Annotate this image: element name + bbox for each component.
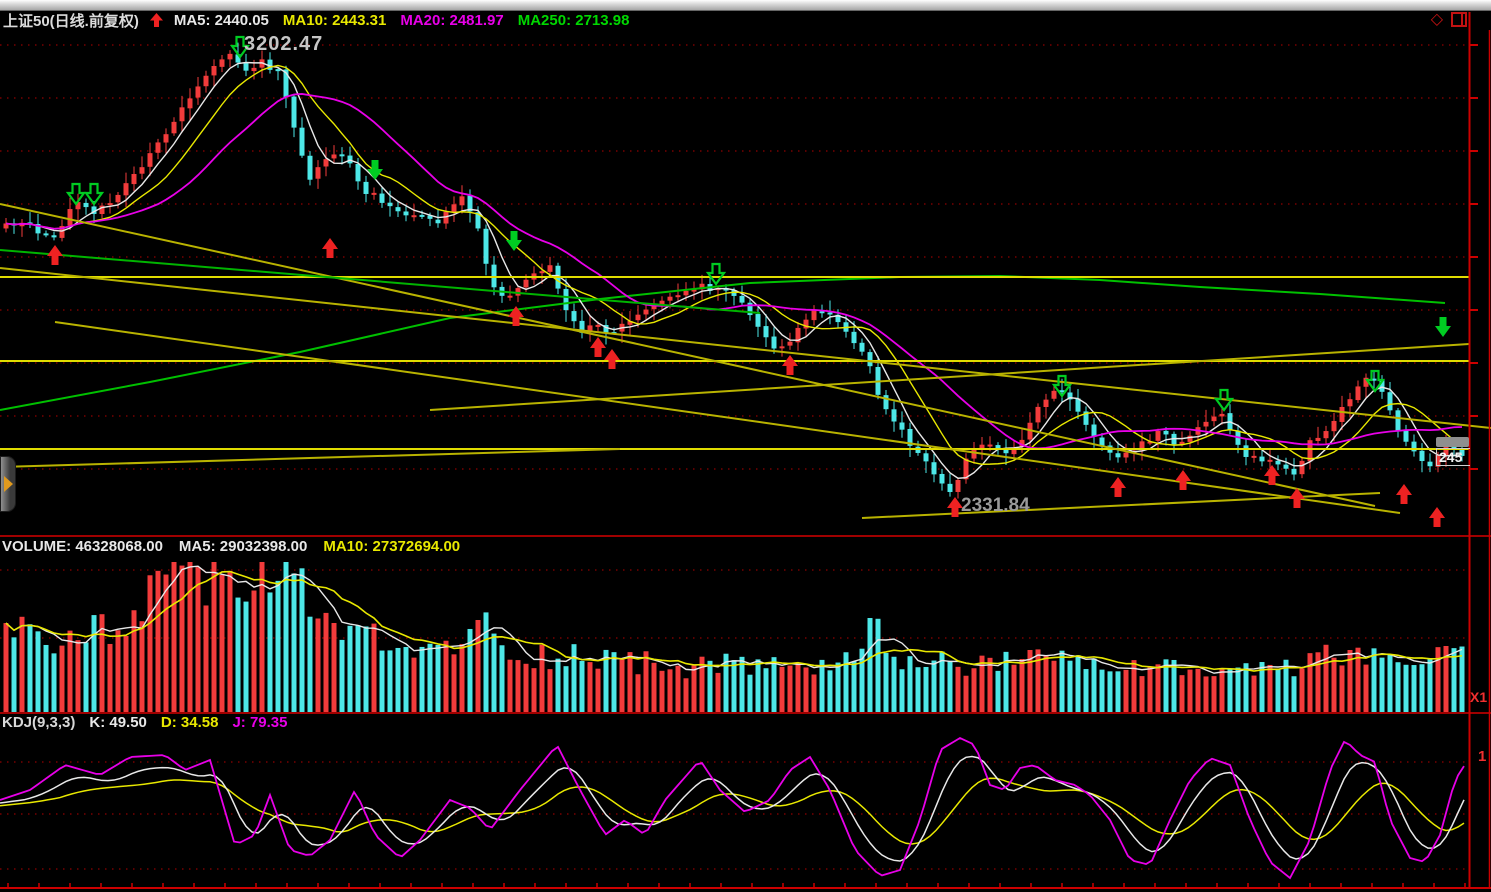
legend-item: K: 49.50 bbox=[89, 714, 147, 731]
sidebar-collapse-handle[interactable] bbox=[0, 456, 16, 512]
chart-canvas[interactable] bbox=[0, 0, 1491, 892]
kdj-legend: KDJ(9,3,3) K: 49.50 D: 34.58 J: 79.35 bbox=[2, 714, 288, 731]
legend-item: MA20: 2481.97 bbox=[400, 12, 503, 29]
window-restore-icon[interactable] bbox=[1451, 12, 1467, 27]
low-price-label: 2331.84 bbox=[961, 495, 1030, 517]
chart-corner-icons: ◇ bbox=[1431, 12, 1467, 27]
symbol-title: 上证50(日线.前复权) bbox=[3, 10, 139, 31]
legend-item: D: 34.58 bbox=[161, 714, 219, 731]
legend-item: KDJ(9,3,3) bbox=[2, 714, 75, 731]
volume-legend: VOLUME: 46328068.00 MA5: 29032398.00 MA10:… bbox=[2, 538, 460, 555]
main-chart-header: 上证50(日线.前复权) MA5: 2440.05MA10: 2443.31MA… bbox=[3, 11, 629, 29]
kdj-axis-label: 1 bbox=[1478, 748, 1486, 765]
peak-price-label: 3202.47 bbox=[244, 33, 323, 56]
price-tag-bar bbox=[1436, 437, 1469, 447]
last-price-tag: 245 bbox=[1436, 437, 1470, 466]
legend-item: MA250: 2713.98 bbox=[518, 12, 630, 29]
legend-item: MA5: 2440.05 bbox=[174, 12, 269, 29]
expand-arrow-icon bbox=[4, 476, 13, 492]
legend-item: J: 79.35 bbox=[232, 714, 287, 731]
price-tag-text: 245 bbox=[1436, 448, 1470, 466]
legend-item: MA10: 2443.31 bbox=[283, 12, 386, 29]
diamond-icon[interactable]: ◇ bbox=[1431, 13, 1443, 27]
legend-item: MA5: 29032398.00 bbox=[179, 538, 307, 555]
legend-item: VOLUME: 46328068.00 bbox=[2, 538, 163, 555]
trend-up-arrow-icon bbox=[149, 12, 164, 28]
volume-axis-label: X1 bbox=[1470, 689, 1487, 705]
trading-app-window: 上证50(日线.前复权) MA5: 2440.05MA10: 2443.31MA… bbox=[0, 0, 1491, 892]
legend-item: MA10: 27372694.00 bbox=[323, 538, 460, 555]
window-restore-icon-bar bbox=[1461, 14, 1463, 25]
ma-legend: MA5: 2440.05 MA10: 2443.31 MA20: 2481.97 MA… bbox=[174, 12, 630, 29]
